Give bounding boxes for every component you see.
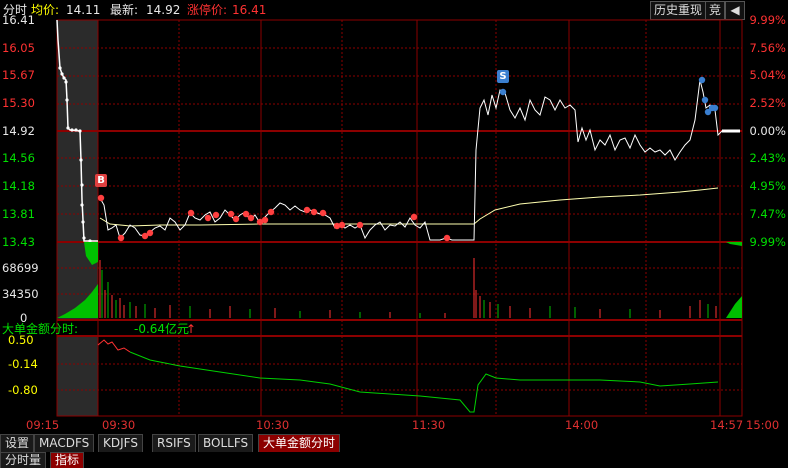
volume-bars [99,258,717,318]
time-axis-0: 09:15 [26,418,60,432]
pct-axis-right-1: 7.56% [749,41,786,55]
price-axis-left-8: 13.43 [2,235,35,249]
tab-large-order-amount[interactable]: 大单金额分时 [258,434,341,452]
price-axis-left-6: 14.18 [2,179,35,193]
indicator-axis-0: 0.50 [8,333,34,347]
volume-axis-0: 68699 [2,261,39,275]
pct-axis-right-8: 9.99% [749,235,786,249]
pct-axis-right-4: 0.00% [749,124,786,138]
time-axis-1: 09:30 [102,418,136,432]
chart-canvas [56,19,743,417]
indicator-arrow: ↑ [186,322,197,336]
auction-shade-top [57,20,98,320]
time-axis-4: 14:00 [565,418,599,432]
time-axis-5: 14:57 [710,418,744,432]
buy-points [97,194,451,242]
tab-macdfs[interactable]: MACDFS [34,434,95,452]
time-axis-3: 11:30 [412,418,446,432]
indicator-axis-1: -0.14 [8,357,38,371]
indicator-tab-bar: 设置 MACDFS KDJFS RSIFS BOLLFS 大单金额分时 [0,434,788,452]
tab-bollfs[interactable]: BOLLFS [198,434,254,452]
tab-indicator[interactable]: 指标 [50,452,85,468]
pct-axis-right-0: 9.99% [749,13,786,27]
time-axis-6: 15:00 [746,418,780,432]
indicator-line [129,351,719,413]
indicator-value: -0.64亿元 [134,322,190,336]
price-axis-left-2: 15.67 [2,68,35,82]
price-axis-left-5: 14.56 [2,151,35,165]
price-axis-left-7: 13.81 [2,207,35,221]
pct-axis-right-6: 4.95% [749,179,786,193]
sell-points [499,76,719,116]
price-axis-left-0: 16.41 [2,13,35,27]
indicator-auction-line [97,339,131,353]
sell-marker-label: S [499,71,507,82]
tab-volume[interactable]: 分时量 [0,452,47,468]
price-line [99,79,740,241]
price-axis-left-1: 16.05 [2,41,35,55]
tab-kdjfs[interactable]: KDJFS [98,434,143,452]
volume-axis-1: 34350 [2,287,39,301]
tab-rsifs[interactable]: RSIFS [152,434,196,452]
grid-lines [56,19,743,417]
tab-settings[interactable]: 设置 [0,434,35,452]
price-axis-left-3: 15.30 [2,96,35,110]
auction-shade-bottom [57,336,98,416]
buy-marker-label: B [97,175,105,186]
pct-axis-right-3: 2.52% [749,96,786,110]
sub-tab-bar: 分时量 指标 [0,452,788,468]
indicator-axis-2: -0.80 [8,383,38,397]
auction-volume-right-green [726,296,742,318]
auction-volume-green-right [726,242,742,246]
price-axis-left-4: 14.92 [2,124,35,138]
pct-axis-right-7: 7.47% [749,207,786,221]
time-axis-2: 10:30 [256,418,290,432]
pct-axis-right-5: 2.43% [749,151,786,165]
pct-axis-right-2: 5.04% [749,68,786,82]
